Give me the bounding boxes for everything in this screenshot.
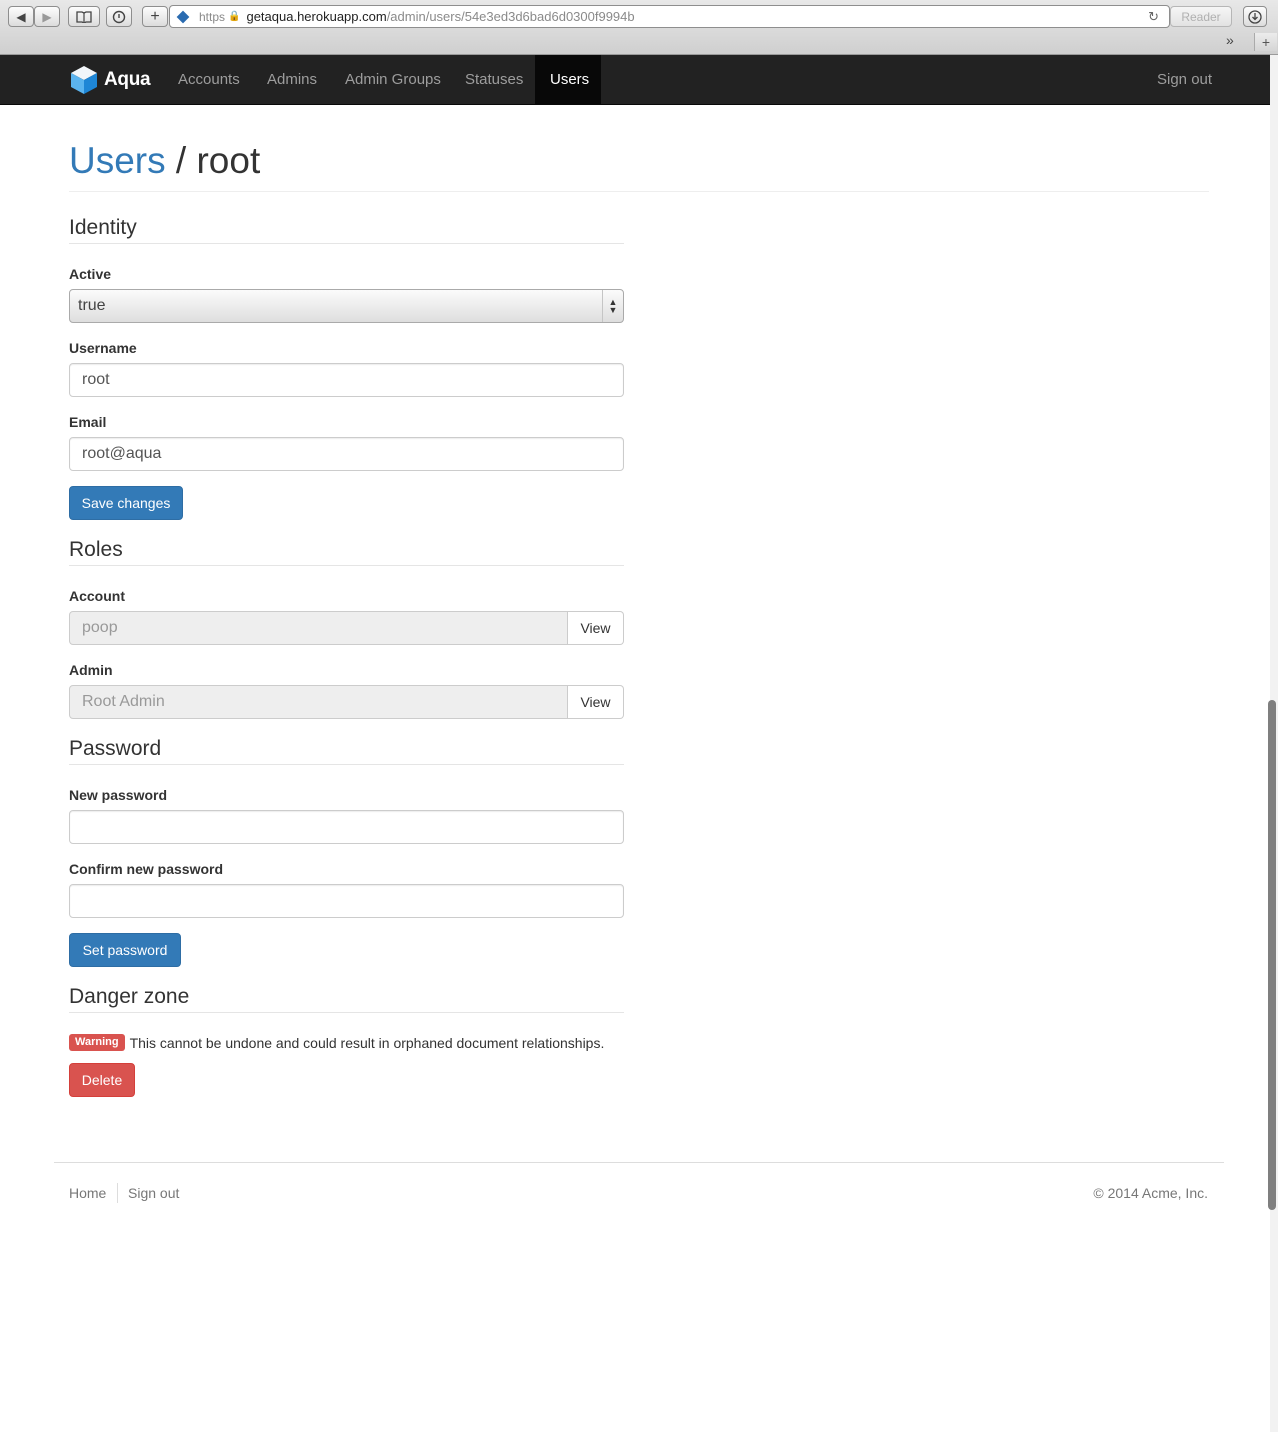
view-account-button[interactable]: View bbox=[568, 611, 624, 645]
email-value: root@aqua bbox=[82, 445, 162, 462]
username-value: root bbox=[82, 371, 110, 388]
email-label: Email bbox=[69, 414, 107, 430]
admin-input-group: Root Admin View bbox=[69, 685, 624, 719]
new-tab-button[interactable]: + bbox=[1254, 33, 1277, 51]
admin-value: Root Admin bbox=[82, 693, 165, 710]
admin-readonly-input: Root Admin bbox=[69, 685, 568, 719]
breadcrumb-separator: / bbox=[175, 140, 187, 181]
warning-line: Warning This cannot be undone and could … bbox=[69, 1034, 604, 1051]
top-navbar: Aqua Accounts Admins Admin Groups Status… bbox=[0, 55, 1270, 105]
username-label: Username bbox=[69, 340, 137, 356]
account-label: Account bbox=[69, 588, 125, 604]
warning-badge: Warning bbox=[69, 1034, 125, 1051]
nav-admin-groups[interactable]: Admin Groups bbox=[330, 55, 456, 104]
downloads-button[interactable] bbox=[1243, 6, 1267, 27]
back-button[interactable]: ◀ bbox=[8, 6, 34, 27]
confirm-password-input[interactable] bbox=[69, 884, 624, 918]
forward-button[interactable]: ▶ bbox=[34, 6, 60, 27]
view-admin-button[interactable]: View bbox=[568, 685, 624, 719]
site-favicon-icon bbox=[176, 10, 190, 23]
url-host: getaqua.herokuapp.com bbox=[246, 9, 387, 24]
new-password-label: New password bbox=[69, 787, 168, 803]
overflow-chevron-icon[interactable]: » bbox=[1226, 32, 1234, 48]
confirm-password-label: Confirm new password bbox=[69, 861, 224, 877]
danger-zone-heading: Danger zone bbox=[69, 985, 190, 1008]
set-password-button[interactable]: Set password bbox=[69, 933, 181, 967]
title-divider bbox=[69, 191, 1209, 192]
nav-accounts[interactable]: Accounts bbox=[163, 55, 255, 104]
password-divider bbox=[69, 764, 624, 765]
username-input[interactable]: root bbox=[69, 363, 624, 397]
save-changes-button[interactable]: Save changes bbox=[69, 486, 183, 520]
copyright-text: © 2014 Acme, Inc. bbox=[1093, 1185, 1208, 1201]
new-password-input[interactable] bbox=[69, 810, 624, 844]
brand-name: Aqua bbox=[104, 69, 151, 90]
roles-divider bbox=[69, 565, 624, 566]
history-button[interactable] bbox=[106, 6, 132, 27]
browser-toolbar: ◀ ▶ + https 🔒 getaqua.herokuapp.com/admi… bbox=[0, 0, 1278, 55]
footer-sign-out-link[interactable]: Sign out bbox=[128, 1185, 179, 1201]
email-input[interactable]: root@aqua bbox=[69, 437, 624, 471]
admin-label: Admin bbox=[69, 662, 113, 678]
footer-divider bbox=[54, 1162, 1224, 1163]
warning-message: This cannot be undone and could result i… bbox=[129, 1034, 605, 1051]
delete-button[interactable]: Delete bbox=[69, 1063, 135, 1097]
active-select[interactable]: true ▲ ▼ bbox=[69, 289, 624, 323]
clock-icon bbox=[112, 10, 126, 23]
footer-home-link[interactable]: Home bbox=[69, 1185, 106, 1201]
breadcrumb-current: root bbox=[196, 140, 261, 181]
select-arrows-icon: ▲ ▼ bbox=[602, 290, 623, 322]
account-readonly-input: poop bbox=[69, 611, 568, 645]
active-select-value: true bbox=[78, 297, 106, 314]
password-heading: Password bbox=[69, 737, 162, 760]
page-title: Users / root bbox=[69, 140, 260, 182]
nav-sign-out[interactable]: Sign out bbox=[1142, 55, 1227, 104]
download-icon bbox=[1248, 9, 1262, 24]
address-bar[interactable]: https 🔒 getaqua.herokuapp.com/admin/user… bbox=[169, 5, 1170, 28]
forward-arrow-icon: ▶ bbox=[42, 9, 52, 24]
book-icon bbox=[76, 10, 92, 23]
url-scheme: https bbox=[199, 9, 226, 24]
account-input-group: poop View bbox=[69, 611, 624, 645]
scrollbar-thumb[interactable] bbox=[1268, 700, 1276, 1210]
danger-zone-divider bbox=[69, 1012, 624, 1013]
account-value: poop bbox=[82, 619, 118, 636]
brand-link[interactable]: Aqua bbox=[70, 65, 151, 95]
aqua-cube-logo-icon bbox=[71, 66, 97, 94]
plus-icon: + bbox=[150, 7, 160, 25]
nav-admins[interactable]: Admins bbox=[252, 55, 332, 104]
back-arrow-icon: ◀ bbox=[16, 9, 26, 24]
nav-users[interactable]: Users bbox=[535, 55, 601, 104]
active-label: Active bbox=[69, 266, 112, 282]
lock-icon: 🔒 bbox=[228, 11, 241, 22]
reader-button[interactable]: Reader bbox=[1170, 6, 1232, 27]
add-bookmark-button[interactable]: + bbox=[142, 6, 168, 27]
identity-divider bbox=[69, 243, 624, 244]
bookmarks-button[interactable] bbox=[68, 6, 100, 27]
identity-heading: Identity bbox=[69, 216, 137, 239]
url-path: /admin/users/54e3ed3d6bad6d0300f9994b bbox=[386, 9, 635, 24]
roles-heading: Roles bbox=[69, 538, 123, 561]
breadcrumb-users-link[interactable]: Users bbox=[69, 140, 166, 181]
reload-icon[interactable]: ↻ bbox=[1148, 9, 1159, 25]
footer-separator bbox=[117, 1183, 118, 1203]
nav-statuses[interactable]: Statuses bbox=[450, 55, 538, 104]
bookmarks-bar bbox=[0, 29, 1278, 54]
